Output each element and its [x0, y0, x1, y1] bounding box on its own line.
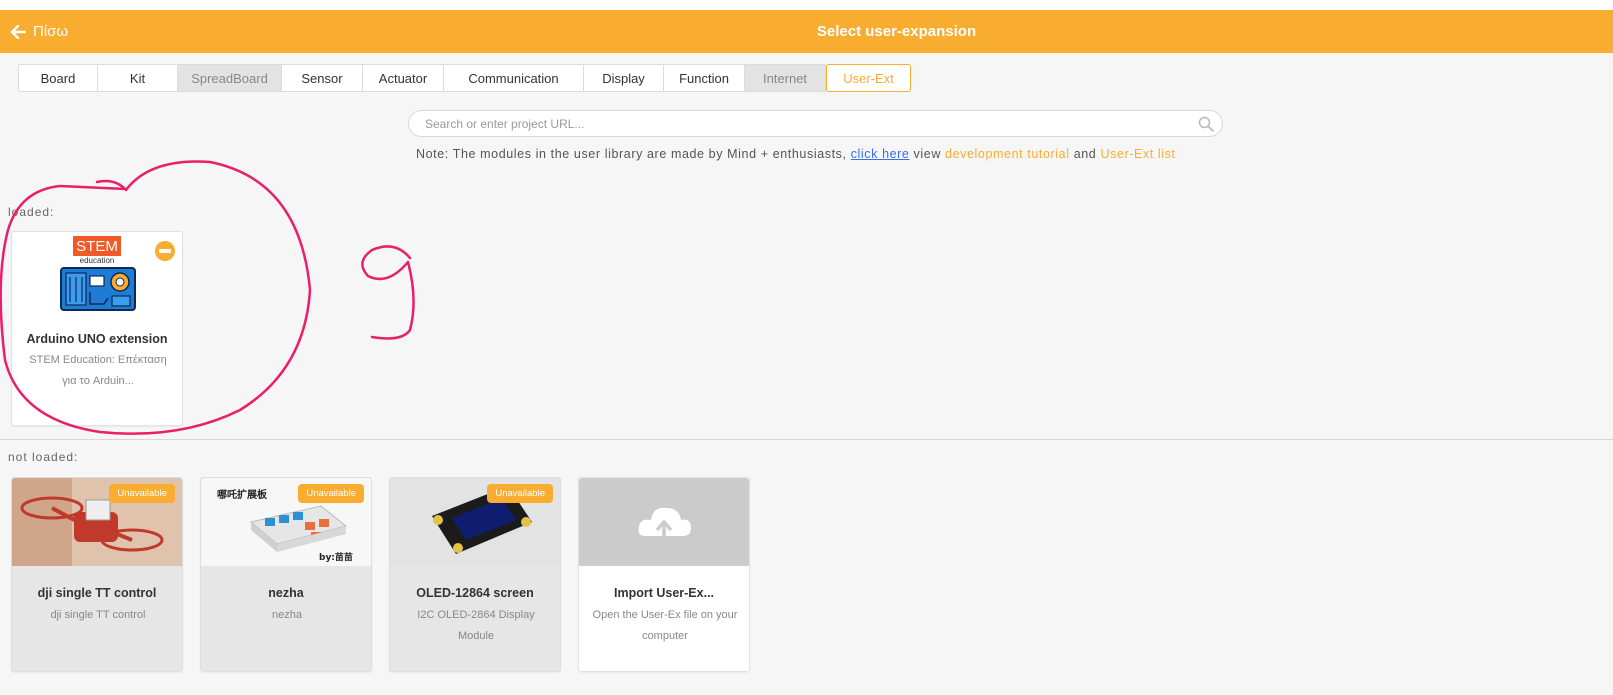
tab-sensor[interactable]: Sensor — [282, 64, 363, 92]
stem-logo-sub: education — [80, 256, 115, 265]
card-title: nezha — [268, 586, 304, 600]
extension-card-nezha[interactable]: 哪吒扩展板 by:苗苗 Unavailable nezha nezha — [200, 477, 372, 672]
app-root: Πίσω Select user-expansion Board Kit Spr… — [0, 0, 1613, 695]
card-title: OLED-12864 screen — [416, 586, 534, 600]
remove-extension-button[interactable] — [155, 241, 175, 261]
extension-card-dji-tt[interactable]: Unavailable dji single TT control dji si… — [11, 477, 183, 672]
top-gap — [0, 0, 1613, 10]
card-title: Import User-Ex... — [613, 586, 715, 600]
nezha-image-credit: by:苗苗 — [319, 551, 353, 563]
unavailable-badge: Unavailable — [109, 484, 175, 503]
card-title: dji single TT control — [37, 586, 157, 600]
card-description: dji single TT control — [50, 609, 146, 621]
tab-spreadboard[interactable]: SpreadBoard — [178, 64, 282, 92]
not-loaded-label: not loaded: — [8, 450, 79, 464]
import-user-ext-card[interactable]: Import User-Ex... Open the User-Ex file … — [578, 477, 750, 672]
development-tutorial-link[interactable]: development tutorial — [945, 147, 1070, 161]
card-description: STEM Education: Επέκταση για το Arduin..… — [29, 354, 167, 387]
note-text: Note: The modules in the user library ar… — [408, 146, 1226, 163]
card-title: Arduino UNO extension — [26, 332, 168, 346]
note-mid: view — [909, 147, 946, 161]
section-divider — [0, 439, 1613, 440]
tab-display[interactable]: Display — [584, 64, 664, 92]
tab-internet[interactable]: Internet — [745, 64, 826, 92]
note-and: and — [1069, 147, 1101, 161]
tab-actuator[interactable]: Actuator — [363, 64, 444, 92]
page-title: Select user-expansion — [816, 23, 977, 40]
card-description: nezha — [272, 609, 302, 621]
search-box — [408, 110, 1223, 137]
cloud-upload-icon — [638, 507, 691, 540]
card-description: Open the User-Ex file on your computer — [592, 609, 738, 642]
tab-user-ext[interactable]: User-Ext — [826, 64, 911, 92]
category-tabs: Board Kit SpreadBoard Sensor Actuator Co… — [18, 64, 911, 92]
tab-communication[interactable]: Communication — [444, 64, 584, 92]
unavailable-badge: Unavailable — [298, 484, 364, 503]
loaded-label: loaded: — [8, 205, 55, 219]
header-bar: Πίσω Select user-expansion — [0, 10, 1613, 53]
unavailable-badge: Unavailable — [487, 484, 553, 503]
search-icon[interactable] — [1198, 116, 1214, 132]
tab-function[interactable]: Function — [664, 64, 745, 92]
note-body: Note: The modules in the user library ar… — [416, 147, 851, 161]
nezha-image-text: 哪吒扩展板 — [217, 488, 268, 501]
card-description: I2C OLED-2864 Display Module — [417, 609, 535, 642]
search-input[interactable] — [425, 116, 1185, 131]
extension-card-arduino-uno[interactable]: STEM education Arduino UNO extension STE… — [11, 231, 183, 426]
user-ext-list-link[interactable]: User-Ext list — [1100, 147, 1175, 161]
tab-kit[interactable]: Kit — [98, 64, 178, 92]
handwritten-digit — [361, 245, 415, 340]
card-thumbnail — [579, 478, 749, 566]
click-here-link[interactable]: click here — [851, 147, 910, 161]
tab-board[interactable]: Board — [18, 64, 98, 92]
extension-card-oled[interactable]: Unavailable OLED-12864 screen I2C OLED-2… — [389, 477, 561, 672]
stem-logo-top: STEM — [76, 238, 118, 255]
